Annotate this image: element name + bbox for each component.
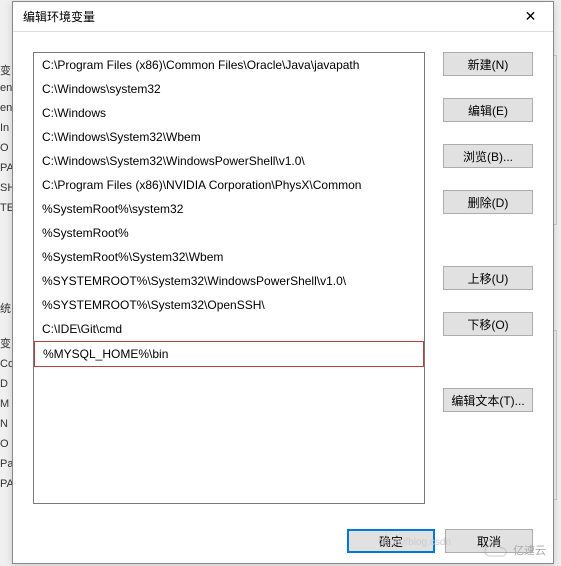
move-up-label: 上移(U) [468, 270, 509, 287]
move-up-button[interactable]: 上移(U) [443, 266, 533, 290]
list-item[interactable]: %SYSTEMROOT%\System32\WindowsPowerShell\… [34, 269, 424, 293]
move-down-button[interactable]: 下移(O) [443, 312, 533, 336]
list-item[interactable]: C:\Program Files (x86)\NVIDIA Corporatio… [34, 173, 424, 197]
new-button[interactable]: 新建(N) [443, 52, 533, 76]
cloud-icon [483, 542, 509, 558]
bg-label: en [0, 82, 12, 94]
close-button[interactable]: ✕ [508, 2, 553, 32]
bg-label: en [0, 102, 12, 114]
delete-button-label: 删除(D) [468, 194, 509, 211]
move-down-label: 下移(O) [467, 316, 508, 333]
bg-label: 统 [0, 300, 11, 316]
edit-button-label: 编辑(E) [468, 102, 508, 119]
list-item[interactable]: C:\Program Files (x86)\Common Files\Orac… [34, 53, 424, 77]
button-column: 新建(N) 编辑(E) 浏览(B)... 删除(D) 上移(U) 下移(O) 编… [443, 52, 533, 504]
edit-env-dialog: 编辑环境变量 ✕ C:\Program Files (x86)\Common F… [12, 1, 554, 564]
bg-label: M [0, 398, 9, 410]
list-item[interactable]: C:\Windows\System32\WindowsPowerShell\v1… [34, 149, 424, 173]
browse-button[interactable]: 浏览(B)... [443, 144, 533, 168]
bg-label: In [0, 122, 9, 134]
watermark-overlay: https://blog.csdn [378, 537, 451, 548]
list-item[interactable]: C:\Windows\system32 [34, 77, 424, 101]
list-item[interactable]: C:\Windows [34, 101, 424, 125]
dialog-content: C:\Program Files (x86)\Common Files\Orac… [13, 32, 553, 514]
bg-label: 变 [0, 62, 11, 78]
dialog-title: 编辑环境变量 [23, 8, 508, 25]
list-item[interactable]: %SystemRoot%\System32\Wbem [34, 245, 424, 269]
bg-label: 变 [0, 335, 11, 351]
new-button-label: 新建(N) [468, 56, 509, 73]
path-list[interactable]: C:\Program Files (x86)\Common Files\Orac… [33, 52, 425, 504]
browse-button-label: 浏览(B)... [463, 148, 513, 165]
list-item[interactable]: %SystemRoot%\system32 [34, 197, 424, 221]
list-item[interactable]: C:\Windows\System32\Wbem [34, 125, 424, 149]
bg-label: O [0, 438, 9, 450]
list-item[interactable]: %SystemRoot% [34, 221, 424, 245]
close-icon: ✕ [525, 8, 537, 25]
watermark-text: 亿速云 [513, 542, 546, 558]
list-item-selected[interactable]: %MYSQL_HOME%\bin [34, 341, 424, 367]
bg-label: O [0, 142, 9, 154]
list-item[interactable]: C:\IDE\Git\cmd [34, 317, 424, 341]
watermark: 亿速云 [483, 542, 546, 558]
bg-label: D [0, 378, 8, 390]
titlebar: 编辑环境变量 ✕ [13, 2, 553, 32]
delete-button[interactable]: 删除(D) [443, 190, 533, 214]
bg-label: N [0, 418, 8, 430]
edit-button[interactable]: 编辑(E) [443, 98, 533, 122]
edit-text-button[interactable]: 编辑文本(T)... [443, 388, 533, 412]
edit-text-label: 编辑文本(T)... [451, 392, 524, 409]
list-item[interactable]: %SYSTEMROOT%\System32\OpenSSH\ [34, 293, 424, 317]
